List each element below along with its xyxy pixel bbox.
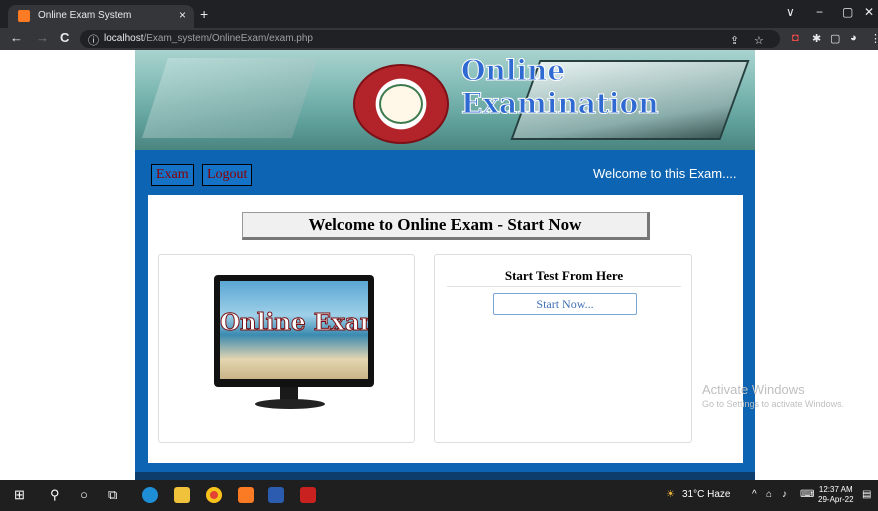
weather-icon[interactable]: ☀: [666, 489, 675, 500]
back-icon[interactable]: ←: [10, 30, 23, 45]
page-title: Welcome to Online Exam - Start Now: [242, 212, 650, 240]
activate-windows-subtitle: Go to Settings to activate Windows.: [702, 399, 845, 409]
new-tab-button[interactable]: +: [200, 6, 208, 22]
welcome-message: Welcome to this Exam....: [593, 166, 737, 181]
address-toolbar: ← → C ⓘ localhost/Exam_system/OnlineExam…: [0, 28, 878, 50]
tray-chevron-icon[interactable]: ^: [752, 489, 757, 500]
xampp-icon[interactable]: [238, 487, 254, 503]
url-text: localhost/Exam_system/OnlineExam/exam.ph…: [104, 33, 313, 44]
university-seal-logo: [353, 64, 449, 144]
start-test-panel: Start Test From Here Start Now...: [434, 254, 692, 443]
extension-icon[interactable]: ◘: [792, 32, 799, 44]
edge-icon[interactable]: [142, 487, 158, 503]
side-panel-icon[interactable]: ▢: [830, 32, 840, 45]
seal-center-emblem: [379, 84, 423, 124]
share-icon[interactable]: ⇪: [730, 34, 739, 47]
monitor-image-text: Online Exam: [220, 309, 368, 337]
volume-icon[interactable]: ♪: [782, 489, 787, 500]
xampp-favicon-icon: [18, 10, 30, 22]
top-navbar: Exam Logout Welcome to this Exam....: [135, 150, 755, 194]
site-info-icon[interactable]: ⓘ: [88, 32, 99, 48]
close-window-icon[interactable]: ✕: [864, 5, 874, 19]
maximize-icon[interactable]: ▢: [842, 5, 853, 19]
profile-avatar-icon[interactable]: ◕: [850, 32, 857, 44]
tab-search-icon[interactable]: ∨: [786, 5, 795, 19]
web-page: Online Examination Exam Logout Welcome t…: [0, 50, 878, 480]
main-container: Exam Logout Welcome to this Exam.... Wel…: [135, 150, 755, 475]
clock-date: 29-Apr-22: [818, 495, 854, 504]
cortana-icon[interactable]: ○: [80, 487, 88, 502]
task-view-icon[interactable]: ⧉: [108, 487, 117, 503]
header-banner: Online Examination: [135, 50, 755, 150]
browser-menu-icon[interactable]: ⋮: [870, 32, 878, 45]
windows-start-icon[interactable]: ⊞: [14, 487, 25, 503]
nav-exam-link[interactable]: Exam: [151, 164, 194, 186]
browser-tab-bar: Online Exam System × + ∨ − ▢ ✕: [0, 0, 878, 28]
file-explorer-icon[interactable]: [174, 487, 190, 503]
monitor-image: Online Exam: [214, 275, 374, 387]
banner-title: Online Examination: [461, 54, 660, 121]
network-icon[interactable]: ⌂: [766, 489, 772, 500]
forward-icon[interactable]: →: [36, 30, 49, 45]
weather-text[interactable]: 31°C Haze: [682, 489, 730, 500]
chrome-icon[interactable]: [206, 487, 222, 503]
clock[interactable]: 12:37 AM 29-Apr-22: [818, 485, 854, 505]
word-icon[interactable]: [268, 487, 284, 503]
laptop-illustration-left: [142, 58, 318, 138]
content-area: Welcome to Online Exam - Start Now Onlin…: [148, 195, 743, 463]
nav-logout-link[interactable]: Logout: [202, 164, 253, 186]
page-footer: [135, 472, 755, 480]
windows-taskbar: ⊞ ⚲ ○ ⧉ ☀ 31°C Haze ^ ⌂ ♪ ⌨ 12:37 AM 29-…: [0, 480, 878, 511]
browser-tab[interactable]: Online Exam System ×: [8, 5, 194, 28]
language-icon[interactable]: ⌨: [800, 489, 814, 500]
tab-close-icon[interactable]: ×: [179, 8, 186, 22]
activate-windows-title: Activate Windows: [702, 382, 805, 397]
exam-image-panel: Online Exam: [158, 254, 415, 443]
panel-divider: [447, 286, 681, 287]
tab-title: Online Exam System: [38, 10, 132, 21]
notifications-icon[interactable]: ▤: [862, 489, 871, 500]
bookmark-star-icon[interactable]: ☆: [754, 34, 764, 47]
monitor-screen: Online Exam: [220, 281, 368, 379]
minimize-icon[interactable]: −: [816, 5, 823, 19]
activate-windows-watermark: Activate Windows Go to Settings to activ…: [702, 382, 844, 409]
search-icon[interactable]: ⚲: [50, 487, 60, 503]
start-test-heading: Start Test From Here: [504, 268, 624, 283]
monitor-stand-base: [255, 399, 325, 409]
acrobat-icon[interactable]: [300, 487, 316, 503]
reload-icon[interactable]: C: [60, 30, 69, 45]
url-path: /Exam_system/OnlineExam/exam.php: [143, 33, 313, 44]
url-host: localhost: [104, 33, 144, 44]
start-now-button[interactable]: Start Now...: [493, 293, 637, 315]
extensions-puzzle-icon[interactable]: ✱: [812, 32, 821, 45]
url-bar[interactable]: ⓘ localhost/Exam_system/OnlineExam/exam.…: [80, 30, 780, 48]
clock-time: 12:37 AM: [818, 485, 853, 494]
